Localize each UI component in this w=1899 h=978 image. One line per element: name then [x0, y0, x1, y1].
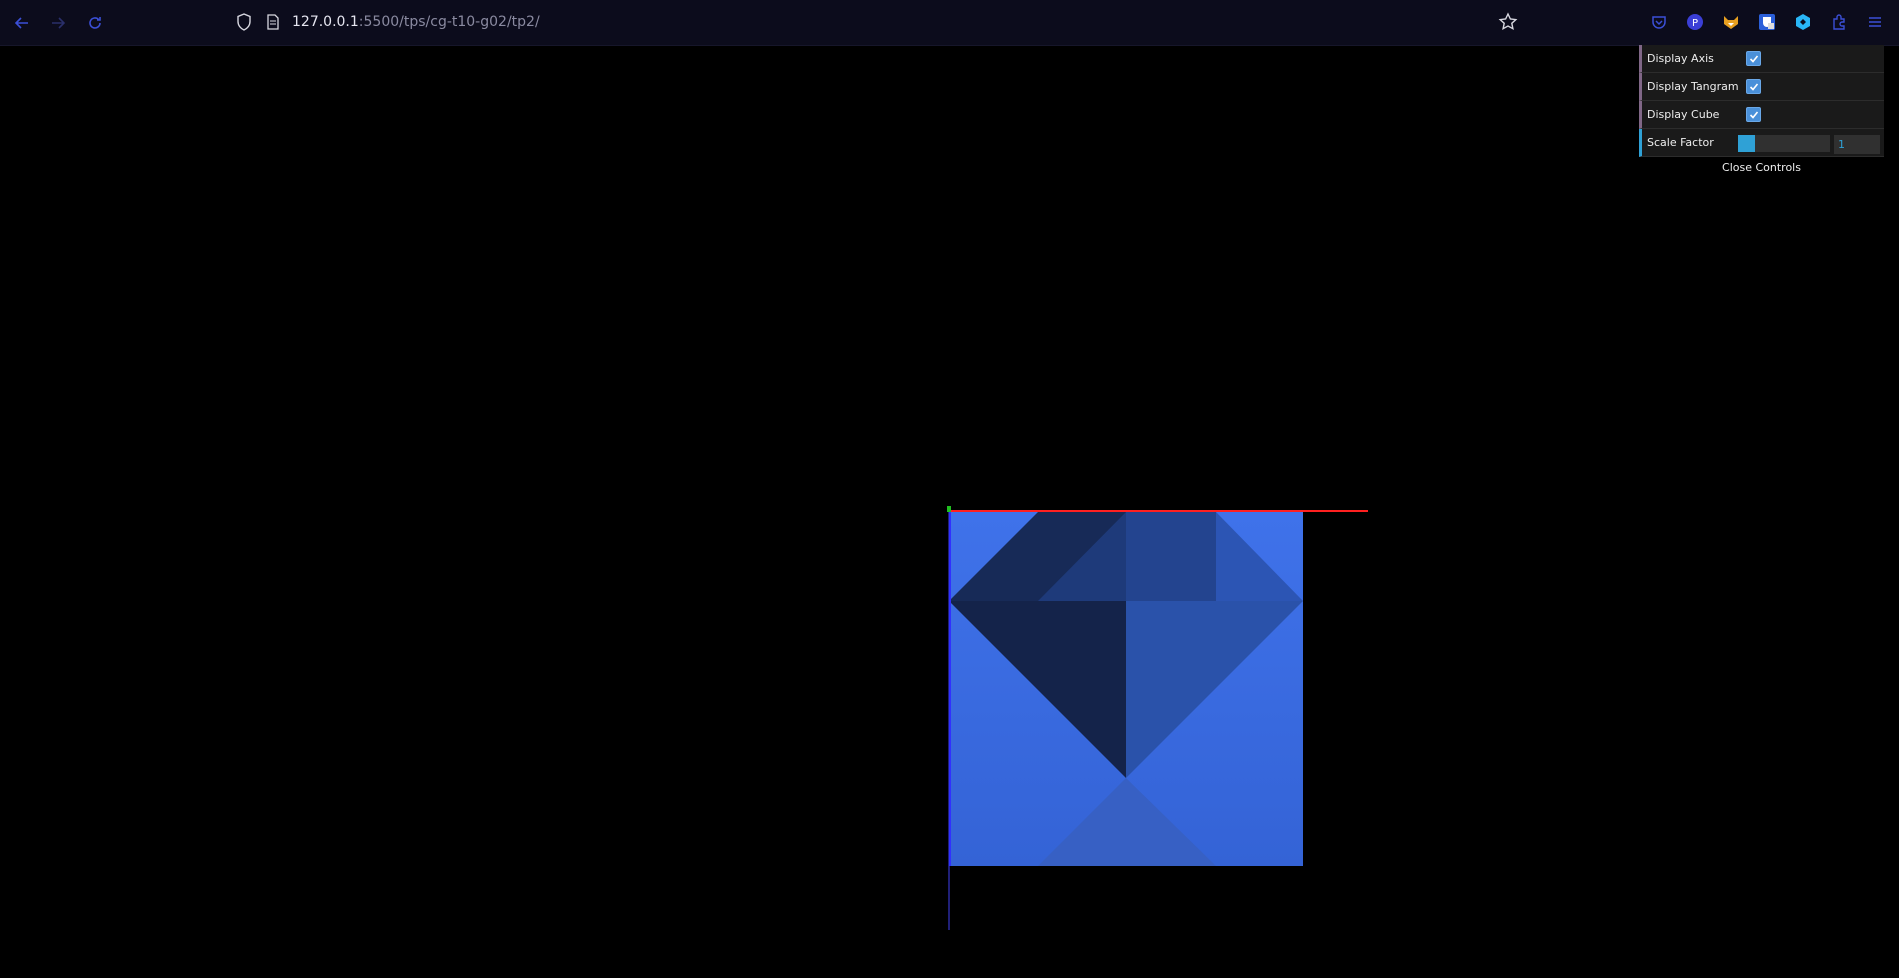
browser-toolbar: 127.0.0.1:5500/tps/cg-t10-g02/tp2/ P [0, 0, 1899, 46]
pocket-icon[interactable] [1649, 12, 1669, 32]
scale-factor-label: Scale Factor [1647, 136, 1714, 149]
display-cube-row[interactable]: Display Cube [1639, 101, 1884, 129]
url-text[interactable]: 127.0.0.1:5500/tps/cg-t10-g02/tp2/ [292, 13, 540, 31]
back-button[interactable] [9, 10, 35, 36]
controls-panel: Display Axis Display Tangram Display Cub… [1639, 45, 1884, 181]
reload-button[interactable] [82, 10, 108, 36]
scale-factor-slider-fill [1738, 135, 1756, 152]
reload-icon [89, 17, 101, 29]
scale-factor-slider[interactable] [1738, 135, 1830, 152]
fox-icon[interactable] [1721, 12, 1741, 32]
tangram-square [1126, 512, 1216, 601]
puzzle-icon[interactable] [1829, 12, 1849, 32]
checkmark-icon [1749, 110, 1758, 119]
hamburger-menu-icon[interactable] [1865, 12, 1885, 32]
checkmark-icon [1749, 54, 1758, 63]
display-axis-checkbox[interactable] [1746, 51, 1761, 66]
display-axis-label: Display Axis [1647, 52, 1714, 65]
svg-text:P: P [1692, 18, 1698, 29]
display-tangram-checkbox[interactable] [1746, 79, 1761, 94]
scale-factor-input[interactable] [1834, 135, 1880, 154]
checkmark-icon [1749, 82, 1758, 91]
webgl-canvas[interactable] [0, 46, 1899, 978]
close-controls-button[interactable]: Close Controls [1639, 157, 1884, 181]
shield-icon[interactable] [236, 13, 252, 31]
display-cube-checkbox[interactable] [1746, 107, 1761, 122]
arrow-left-icon [14, 17, 28, 29]
display-axis-row[interactable]: Display Axis [1639, 45, 1884, 73]
display-tangram-label: Display Tangram [1647, 80, 1739, 93]
scale-factor-row[interactable]: Scale Factor [1639, 129, 1884, 157]
hexagon-icon[interactable] [1793, 12, 1813, 32]
circle-p-icon[interactable]: P [1685, 12, 1705, 32]
display-cube-label: Display Cube [1647, 108, 1720, 121]
forward-button[interactable] [45, 10, 71, 36]
page-icon [267, 14, 279, 30]
bitwarden-icon[interactable] [1757, 12, 1777, 32]
url-host: 127.0.0.1 [292, 14, 359, 30]
url-bar[interactable]: 127.0.0.1:5500/tps/cg-t10-g02/tp2/ [230, 7, 1520, 37]
arrow-right-icon [52, 17, 66, 29]
display-tangram-row[interactable]: Display Tangram [1639, 73, 1884, 101]
url-path: :5500/tps/cg-t10-g02/tp2/ [358, 14, 540, 30]
star-icon[interactable] [1498, 12, 1518, 32]
